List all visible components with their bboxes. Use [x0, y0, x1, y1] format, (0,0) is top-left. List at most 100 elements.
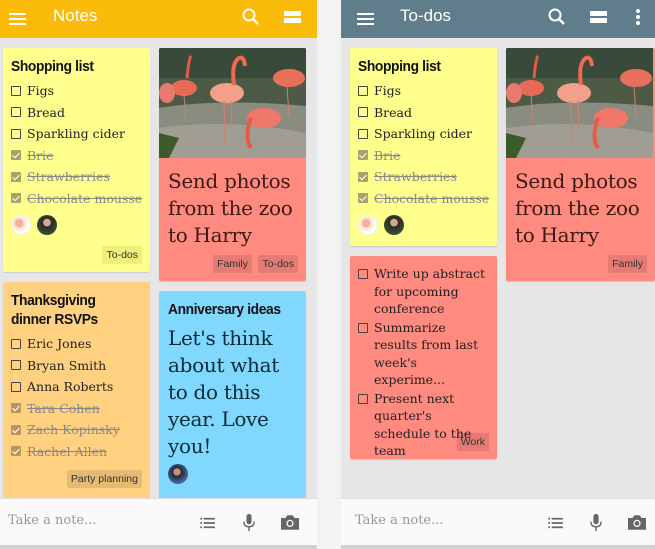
bottom-edge: [341, 545, 655, 549]
note-text: Send photos from the zoo to Harry: [168, 169, 293, 247]
app-bar: To-dos: [341, 0, 655, 38]
note-work-todos[interactable]: Write up abstract for upcoming conferenc…: [350, 256, 497, 459]
label-chip[interactable]: Party planning: [66, 470, 142, 488]
search-icon[interactable]: [547, 7, 567, 27]
checklist-item[interactable]: Bryan Smith: [11, 355, 142, 377]
note-shopping-list[interactable]: Shopping list Figs Bread Sparkling cider…: [3, 48, 150, 272]
note-title: Anniversary ideas: [168, 301, 281, 318]
menu-icon[interactable]: [9, 9, 27, 29]
checklist-item[interactable]: Figs: [11, 80, 142, 102]
flamingo-photo: [159, 48, 306, 158]
checkbox-unchecked[interactable]: [11, 107, 21, 118]
note-title: Shopping list: [11, 58, 94, 75]
checklist-item[interactable]: Write up abstract for upcoming conferenc…: [358, 265, 489, 318]
checkbox-unchecked[interactable]: [358, 393, 368, 404]
checkbox-checked[interactable]: [358, 171, 368, 182]
camera-icon[interactable]: [281, 515, 299, 530]
take-note-input[interactable]: Take a note...: [355, 513, 525, 528]
checkbox-unchecked[interactable]: [358, 128, 368, 139]
checklist-item[interactable]: Sparkling cider: [11, 123, 142, 145]
checklist-item-done[interactable]: Strawberries: [11, 166, 142, 188]
checkbox-unchecked[interactable]: [11, 381, 21, 392]
note-zoo-photos[interactable]: Send photos from the zoo to Harry Family…: [159, 48, 306, 281]
avatar: [358, 215, 378, 235]
checklist-item-done[interactable]: Chocolate mousse: [358, 188, 489, 210]
checklist-item-done[interactable]: Brie: [11, 145, 142, 167]
take-note-input[interactable]: Take a note...: [8, 513, 178, 528]
checkbox-unchecked[interactable]: [358, 322, 368, 333]
todos-screen: To-dos Shopping list Figs Bread Sparklin…: [341, 0, 655, 549]
checklist-item-done[interactable]: Tara Cohen: [11, 398, 142, 420]
collaborators: [168, 464, 297, 484]
checklist-item[interactable]: Sparkling cider: [358, 123, 489, 145]
mic-icon[interactable]: [243, 513, 255, 532]
checklist: Eric Jones Bryan Smith Anna Roberts Tara…: [11, 333, 142, 462]
menu-icon[interactable]: [357, 9, 375, 29]
avatar: [384, 215, 404, 235]
checkbox-unchecked[interactable]: [358, 85, 368, 96]
checklist-item[interactable]: Summarize results from last week's exper…: [358, 319, 489, 389]
checklist-item-done[interactable]: Zach Kopinsky: [11, 419, 142, 441]
checkbox-checked[interactable]: [11, 171, 21, 182]
checklist: Figs Bread Sparkling cider Brie Strawber…: [11, 80, 142, 209]
checklist: Figs Bread Sparkling cider Brie Strawber…: [358, 80, 489, 209]
camera-icon[interactable]: [628, 515, 646, 530]
checkbox-checked[interactable]: [11, 446, 21, 457]
take-note-bar: Take a note...: [0, 498, 317, 545]
checklist: Write up abstract for upcoming conferenc…: [358, 265, 489, 459]
collaborators: [358, 215, 489, 235]
collaborators: [11, 215, 142, 235]
label-chip[interactable]: To-dos: [102, 246, 142, 264]
app-title: Notes: [53, 6, 98, 25]
note-text: Send photos from the zoo to Harry: [515, 169, 640, 247]
notes-screen: Notes Shopping list Figs Bread Sparkling…: [0, 0, 317, 549]
app-bar: Notes: [0, 0, 317, 38]
note-thanksgiving-rsvps[interactable]: Thanksgiving dinner RSVPs Eric Jones Bry…: [3, 282, 150, 504]
note-title: Thanksgiving dinner RSVPs: [11, 292, 98, 328]
flamingo-photo: [506, 48, 653, 158]
checklist-item-done[interactable]: Brie: [358, 145, 489, 167]
checklist-item-done[interactable]: Rachel Allen: [11, 441, 142, 463]
note-shopping-list[interactable]: Shopping list Figs Bread Sparkling cider…: [350, 48, 497, 246]
label-chip[interactable]: Family: [213, 255, 252, 273]
checkbox-checked[interactable]: [11, 424, 21, 435]
label-chip[interactable]: Family: [608, 255, 647, 273]
checklist-item[interactable]: Anna Roberts: [11, 376, 142, 398]
label-chip[interactable]: Work: [456, 433, 489, 451]
checklist-item[interactable]: Eric Jones: [11, 333, 142, 355]
checkbox-checked[interactable]: [358, 193, 368, 204]
note-text: Let's think about what to do this year. …: [168, 326, 280, 458]
checkbox-unchecked[interactable]: [11, 128, 21, 139]
list-icon[interactable]: [199, 517, 217, 529]
checkbox-unchecked[interactable]: [358, 269, 368, 279]
app-title: To-dos: [400, 6, 452, 25]
checkbox-checked[interactable]: [11, 150, 21, 161]
view-toggle-icon[interactable]: [590, 10, 607, 23]
search-icon[interactable]: [241, 7, 261, 27]
checklist-item[interactable]: Figs: [358, 80, 489, 102]
view-toggle-icon[interactable]: [284, 10, 301, 23]
checkbox-checked[interactable]: [11, 193, 21, 204]
checkbox-unchecked[interactable]: [11, 85, 21, 96]
note-anniversary-ideas[interactable]: Anniversary ideas Let's think about what…: [159, 291, 306, 504]
checklist-item-done[interactable]: Strawberries: [358, 166, 489, 188]
checkbox-unchecked[interactable]: [11, 360, 21, 371]
checkbox-checked[interactable]: [358, 150, 368, 161]
avatar: [11, 215, 31, 235]
checklist-item[interactable]: Bread: [358, 102, 489, 124]
take-note-bar: Take a note...: [341, 498, 655, 545]
more-vert-icon[interactable]: [636, 9, 640, 25]
checkbox-unchecked[interactable]: [358, 107, 368, 118]
list-icon[interactable]: [547, 517, 565, 529]
avatar: [168, 464, 188, 484]
bottom-edge: [0, 545, 317, 549]
note-zoo-photos[interactable]: Send photos from the zoo to Harry Family: [506, 48, 655, 281]
checklist-item[interactable]: Bread: [11, 102, 142, 124]
checkbox-checked[interactable]: [11, 403, 21, 414]
avatar: [37, 215, 57, 235]
label-chip[interactable]: To-dos: [258, 255, 298, 273]
note-title: Shopping list: [358, 58, 441, 75]
mic-icon[interactable]: [590, 513, 602, 532]
checkbox-unchecked[interactable]: [11, 338, 21, 349]
checklist-item-done[interactable]: Chocolate mousse: [11, 188, 142, 210]
